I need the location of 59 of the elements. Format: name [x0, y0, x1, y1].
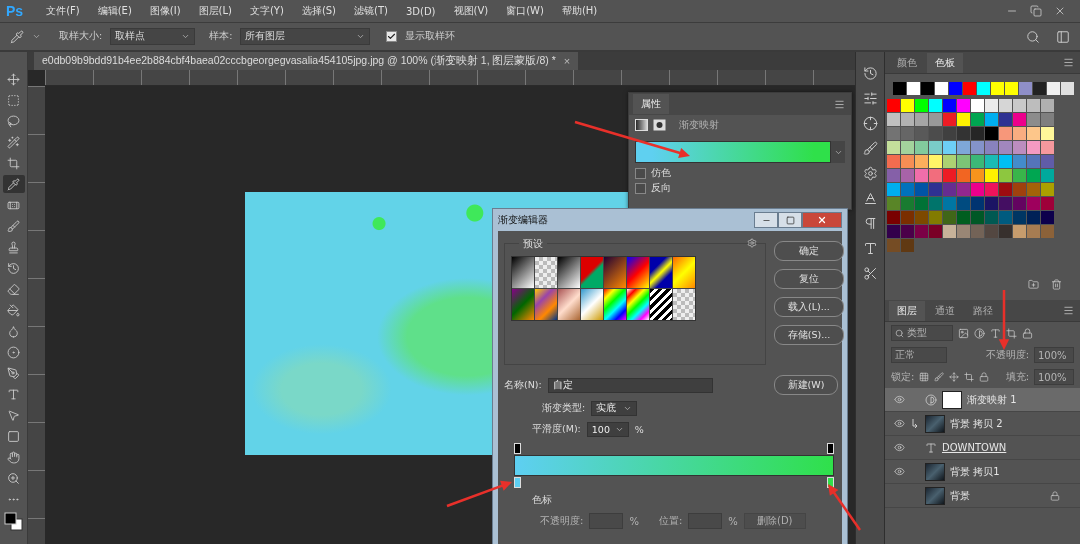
percent-label: % — [629, 515, 639, 527]
menu-item[interactable]: 文件(F) — [37, 4, 89, 18]
option-label: 仿色 — [651, 167, 671, 180]
position-label: 位置: — [658, 514, 683, 528]
layer-name: DOWNTOWN — [942, 442, 1007, 453]
dialog-button[interactable]: 确定 — [774, 241, 844, 261]
layer-name: 渐变映射 1 — [967, 392, 1017, 407]
dialog-button[interactable]: 复位 — [774, 269, 844, 289]
menu-item[interactable]: 窗口(W) — [497, 4, 553, 18]
new-button[interactable]: 新建(W) — [774, 375, 838, 395]
menu-item[interactable]: 编辑(E) — [88, 4, 141, 18]
smoothness-field[interactable]: 100 — [586, 422, 629, 437]
name-field[interactable]: 自定 — [547, 377, 713, 393]
opacity-label: 不透明度: — [985, 348, 1029, 362]
layer-row[interactable]: 背景 拷贝1 — [885, 460, 1080, 484]
sample-dropdown[interactable]: 所有图层 — [240, 28, 371, 45]
layer-name: 背景 拷贝 2 — [950, 416, 1003, 431]
layer-row[interactable]: 背景 拷贝 2 — [885, 412, 1080, 436]
menu-item[interactable]: 图像(I) — [140, 4, 190, 18]
show-ring-label: 显示取样环 — [405, 30, 456, 43]
panel-tab[interactable]: 属性 — [633, 94, 669, 114]
app-logo: Ps — [5, 3, 25, 19]
smoothness-label: 平滑度(M): — [532, 423, 581, 436]
fill-field[interactable]: 100% — [1034, 369, 1074, 385]
dialog-title: 渐变编辑器 — [498, 213, 548, 227]
gradient-type-label: 渐变类型: — [542, 402, 586, 415]
percent-label: % — [634, 424, 644, 435]
layer-name: 背景 拷贝1 — [950, 464, 1000, 479]
lock-label: 锁定: — [891, 370, 915, 384]
menu-item[interactable]: 文字(Y) — [240, 4, 293, 18]
stops-label: 色标 — [532, 494, 552, 507]
properties-title: 渐变映射 — [679, 118, 719, 132]
menu-item[interactable]: 视图(V) — [444, 4, 498, 18]
layer-row[interactable]: 渐变映射 1 — [885, 388, 1080, 412]
sample-label: 样本: — [209, 30, 233, 43]
opacity-field[interactable]: 100% — [1034, 347, 1074, 363]
layer-row[interactable]: 背景 — [885, 484, 1080, 508]
panel-tab[interactable]: 色板 — [927, 53, 963, 73]
layer-filter-dropdown[interactable]: 类型 — [891, 325, 953, 341]
menu-item[interactable]: 选择(S) — [292, 4, 346, 18]
panel-tab[interactable]: 图层 — [889, 301, 925, 321]
sample-size-dropdown[interactable]: 取样点 — [110, 28, 196, 45]
percent-label: % — [728, 515, 738, 527]
sample-size-label: 取样大小: — [59, 30, 103, 43]
presets-label: 预设 — [519, 237, 547, 251]
menu-item[interactable]: 图层(L) — [189, 4, 241, 18]
opacity-label: 不透明度: — [540, 514, 584, 528]
dialog-button[interactable]: 载入(L)... — [774, 297, 844, 317]
document-tab[interactable]: e0db09b9bdd91b4ee2b884cbf4baea02cccbgeorgegvasalia454105jpg.jpg @ 100% (渐变映射 1, 图层蒙版/8) * × — [34, 52, 579, 70]
fill-label: 填充: — [1005, 370, 1029, 384]
menu-item[interactable]: 3D(D) — [396, 5, 445, 17]
menu-item[interactable]: 帮助(H) — [552, 4, 607, 18]
menu-item[interactable]: 滤镜(T) — [345, 4, 397, 18]
blend-mode-dropdown[interactable]: 正常 — [891, 347, 947, 363]
dialog-button[interactable]: 存储(S)... — [774, 325, 844, 345]
option-label: 反向 — [651, 182, 671, 195]
gradient-type-dropdown[interactable]: 实底 — [591, 401, 638, 416]
name-label: 名称(N): — [504, 378, 542, 392]
layer-name: 背景 — [950, 488, 970, 503]
